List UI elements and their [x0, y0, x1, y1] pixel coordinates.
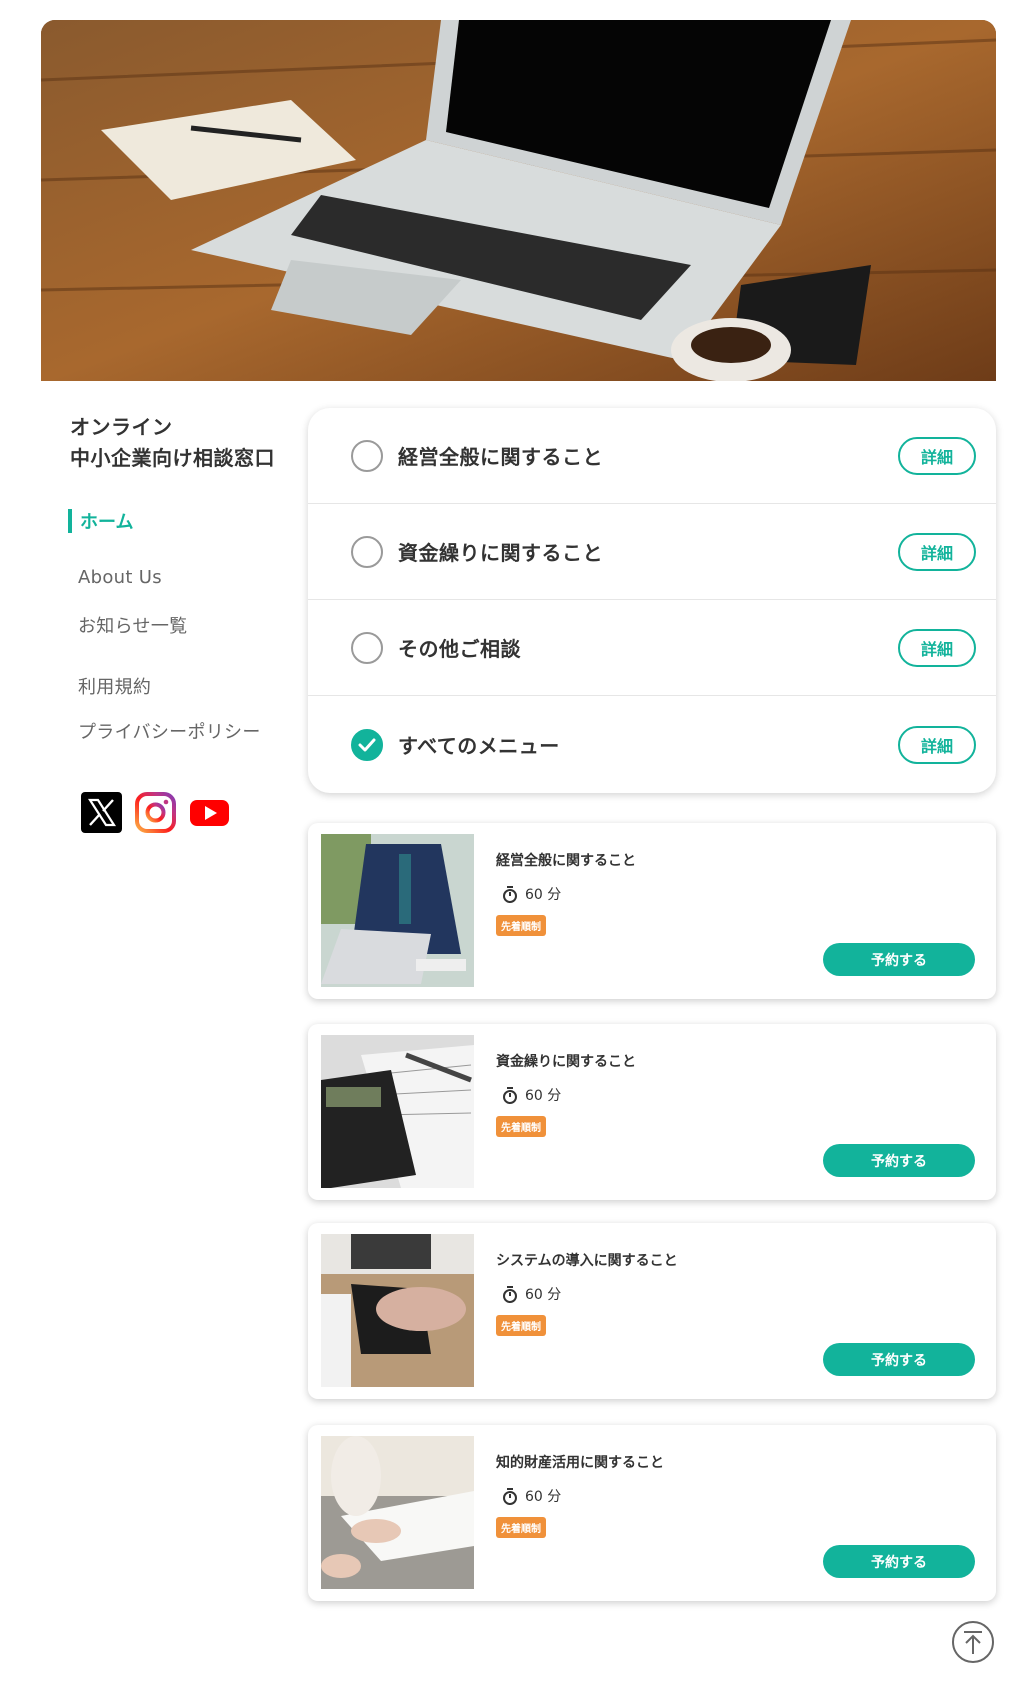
radio-button-checked[interactable]: [351, 728, 383, 761]
radio-button[interactable]: [351, 439, 383, 472]
course-image: [321, 1436, 474, 1589]
menu-row[interactable]: その他ご相談 詳細: [308, 600, 996, 696]
course-duration: 60 分: [502, 884, 561, 904]
first-come-badge: 先着順制: [496, 1116, 546, 1137]
course-title: 資金繰りに関すること: [496, 1054, 636, 1070]
radio-button[interactable]: [351, 631, 383, 664]
hero-image: [41, 20, 996, 381]
first-come-badge: 先着順制: [496, 1517, 546, 1538]
arrow-up-circle-icon: [952, 1621, 994, 1663]
menu-label: すべてのメニュー: [398, 734, 560, 758]
site-title[interactable]: オンライン 中小企業向け相談窓口: [70, 412, 300, 474]
course-image: [321, 834, 474, 987]
x-icon[interactable]: [81, 792, 122, 833]
reserve-button[interactable]: 予約する: [823, 943, 975, 976]
reserve-button[interactable]: 予約する: [823, 1545, 975, 1578]
nav-home-label: ホーム: [80, 512, 134, 533]
course-card: 資金繰りに関すること 60 分 先着順制 予約する: [308, 1024, 996, 1200]
scroll-to-top-button[interactable]: [951, 1620, 995, 1664]
youtube-icon[interactable]: [189, 792, 230, 833]
radio-button[interactable]: [351, 535, 383, 568]
stopwatch-icon: [503, 1487, 517, 1505]
reserve-button[interactable]: 予約する: [823, 1343, 975, 1376]
duration-text: 60 分: [525, 887, 562, 903]
course-image: [321, 1035, 474, 1188]
nav-about-us[interactable]: About Us: [78, 567, 162, 588]
menu-row[interactable]: 資金繰りに関すること 詳細: [308, 504, 996, 600]
nav-privacy-policy[interactable]: プライバシーポリシー: [78, 718, 261, 744]
nav-home[interactable]: ホーム: [68, 508, 133, 534]
course-image: [321, 1234, 474, 1387]
check-icon: [358, 738, 376, 751]
site-title-line1: オンライン: [70, 415, 173, 439]
reserve-button[interactable]: 予約する: [823, 1144, 975, 1177]
course-title: 知的財産活用に関すること: [496, 1455, 664, 1471]
nav-news-list[interactable]: お知らせ一覧: [78, 612, 187, 638]
course-card: システムの導入に関すること 60 分 先着順制 予約する: [308, 1223, 996, 1399]
duration-text: 60 分: [525, 1489, 562, 1505]
course-duration: 60 分: [502, 1085, 561, 1105]
duration-text: 60 分: [525, 1088, 562, 1104]
course-card: 経営全般に関すること 60 分 先着順制 予約する: [308, 823, 996, 999]
stopwatch-icon: [503, 885, 517, 903]
first-come-badge: 先着順制: [496, 1315, 546, 1336]
site-title-line2: 中小企業向け相談窓口: [70, 446, 275, 470]
menu-label: 資金繰りに関すること: [398, 541, 603, 565]
menu-label: その他ご相談: [398, 637, 521, 661]
menu-label: 経営全般に関すること: [398, 445, 603, 469]
stopwatch-icon: [503, 1086, 517, 1104]
instagram-icon[interactable]: [135, 792, 176, 833]
detail-button[interactable]: 詳細: [898, 532, 976, 571]
detail-button[interactable]: 詳細: [898, 628, 976, 667]
course-duration: 60 分: [502, 1486, 561, 1506]
nav-terms[interactable]: 利用規約: [78, 673, 151, 699]
menu-row[interactable]: すべてのメニュー 詳細: [308, 696, 996, 793]
detail-button[interactable]: 詳細: [898, 436, 976, 475]
active-indicator: [68, 509, 72, 533]
stopwatch-icon: [503, 1285, 517, 1303]
sidebar: オンライン 中小企業向け相談窓口 ホーム About Us お知らせ一覧 利用規…: [68, 412, 300, 833]
course-title: システムの導入に関すること: [496, 1253, 678, 1269]
duration-text: 60 分: [525, 1287, 562, 1303]
course-title: 経営全般に関すること: [496, 853, 636, 869]
course-duration: 60 分: [502, 1284, 561, 1304]
first-come-badge: 先着順制: [496, 915, 546, 936]
menu-row[interactable]: 経営全般に関すること 詳細: [308, 408, 996, 504]
course-card: 知的財産活用に関すること 60 分 先着順制 予約する: [308, 1425, 996, 1601]
consultation-menu: 経営全般に関すること 詳細 資金繰りに関すること 詳細 その他ご相談 詳細 すべ…: [308, 408, 996, 793]
detail-button[interactable]: 詳細: [898, 725, 976, 764]
social-links: [81, 792, 230, 833]
